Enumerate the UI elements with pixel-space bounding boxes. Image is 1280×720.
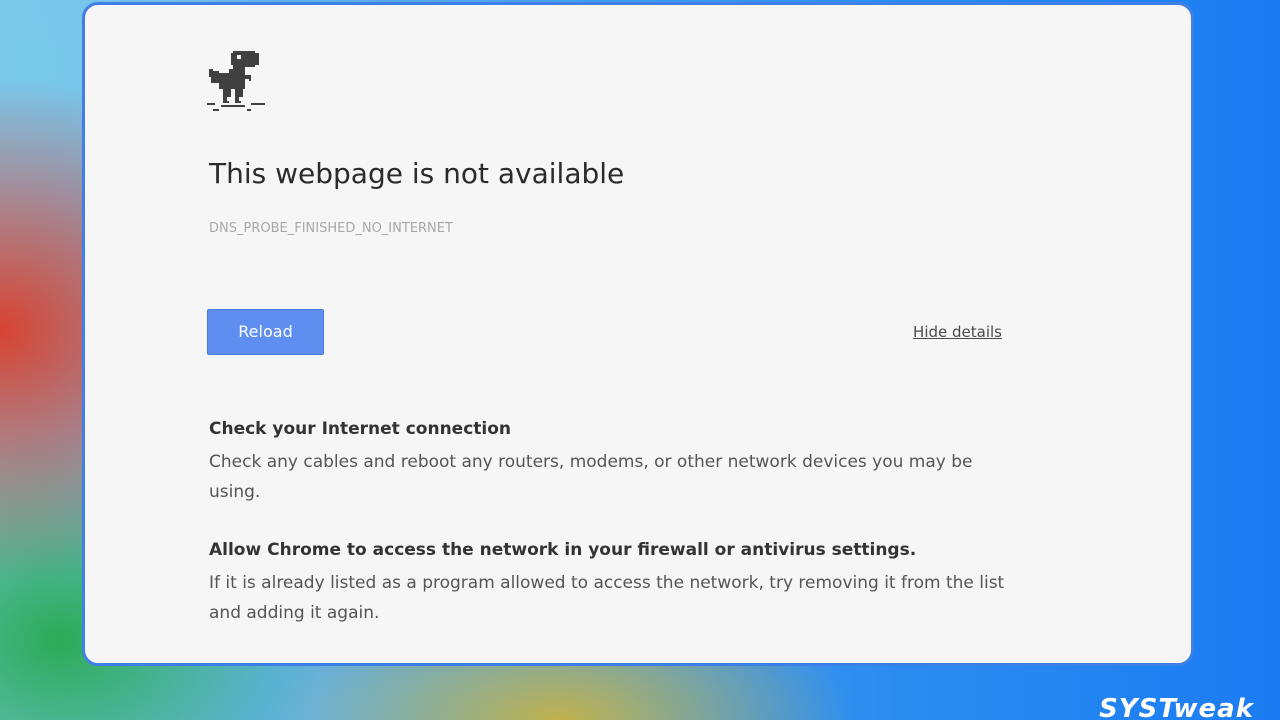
page-title: This webpage is not available <box>209 157 625 190</box>
reload-button[interactable]: Reload <box>207 309 324 355</box>
systweak-watermark: SYSTweak <box>1099 694 1254 720</box>
suggestion-heading: Allow Chrome to access the network in yo… <box>209 540 917 560</box>
hide-details-link[interactable]: Hide details <box>913 323 1002 341</box>
suggestion-check-connection: Check your Internet connection Check any… <box>209 419 1009 507</box>
dino-icon <box>207 51 265 111</box>
suggestion-body: Check any cables and reboot any routers,… <box>209 452 973 502</box>
suggestion-firewall: Allow Chrome to access the network in yo… <box>209 540 1009 628</box>
suggestion-heading: Check your Internet connection <box>209 419 512 439</box>
suggestion-body: If it is already listed as a program all… <box>209 573 1005 623</box>
error-code: DNS_PROBE_FINISHED_NO_INTERNET <box>209 221 453 236</box>
error-page-card: This webpage is not available DNS_PROBE_… <box>82 2 1194 666</box>
